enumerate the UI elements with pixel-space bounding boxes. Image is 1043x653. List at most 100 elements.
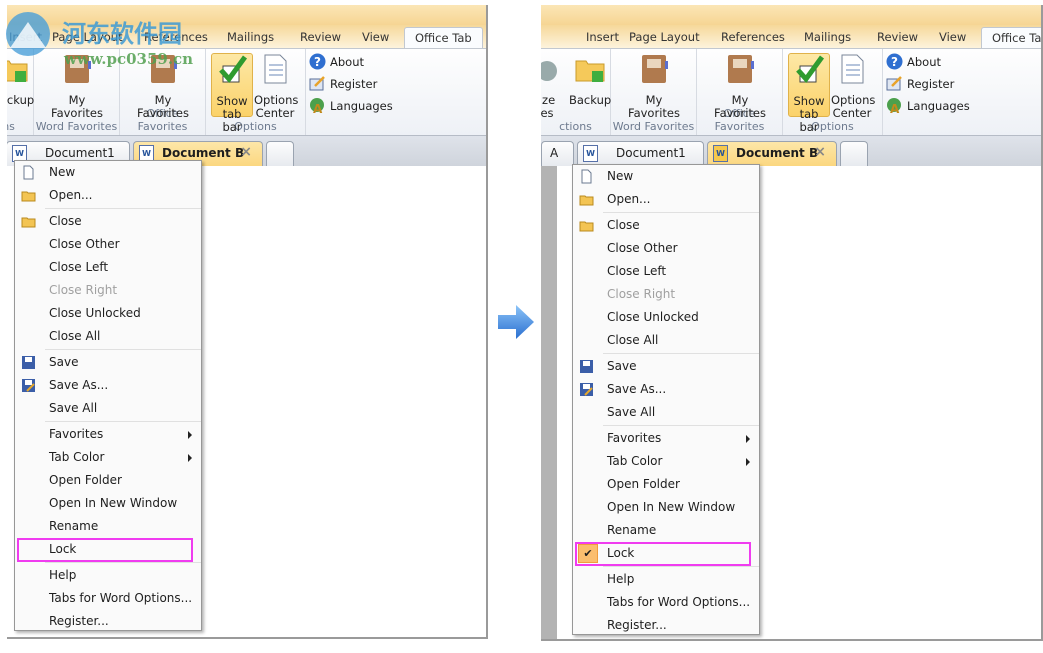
options-center-button[interactable]: Options Center (831, 53, 875, 120)
menu-item-open-in-new-window[interactable]: Open In New Window (15, 492, 201, 515)
word-favorites-button[interactable]: My Favorites (625, 53, 683, 120)
menu-item-open-in-new-window[interactable]: Open In New Window (573, 496, 759, 519)
button-label: Languages (907, 98, 970, 113)
ribbon-tab-insert[interactable]: Insert (9, 30, 42, 44)
backup-button[interactable]: Backup (569, 53, 611, 107)
menu-item-close-unlocked[interactable]: Close Unlocked (15, 302, 201, 325)
document-tab[interactable]: W Document B × (707, 141, 837, 166)
menu-item-new[interactable]: New (573, 165, 759, 188)
office-favorites-icon (151, 55, 177, 83)
button-label: My Favorites (714, 93, 766, 120)
about-button[interactable]: ? About (886, 53, 941, 70)
svg-text:?: ? (891, 55, 898, 69)
submenu-arrow-icon (746, 458, 750, 466)
ribbon-tab-office-tab[interactable]: Office Tab (981, 27, 1041, 50)
menu-item-open-folder[interactable]: Open Folder (573, 473, 759, 496)
word-favorites-icon (65, 55, 91, 83)
show-tab-bar-button[interactable]: Show tab bar (211, 53, 253, 134)
menu-item-open[interactable]: Open... (15, 184, 201, 207)
menu-item-save[interactable]: Save (573, 355, 759, 378)
register-button[interactable]: Register (886, 75, 954, 92)
word-favorites-button[interactable]: My Favorites (48, 53, 106, 120)
office-favorites-button[interactable]: My Favorites (711, 53, 769, 120)
menu-item-close[interactable]: Close (573, 214, 759, 237)
menu-item-close-left[interactable]: Close Left (15, 256, 201, 279)
menu-item-close-left[interactable]: Close Left (573, 260, 759, 283)
menu-item-close-other[interactable]: Close Other (573, 237, 759, 260)
ribbon-area: Insert Page Layout References Mailings Revie… (7, 5, 486, 175)
menu-item-open[interactable]: Open... (573, 188, 759, 211)
menu-item-save[interactable]: Save (15, 351, 201, 374)
menu-item-close-all[interactable]: Close All (573, 329, 759, 352)
document-tab[interactable]: W Document1 (577, 141, 704, 166)
menu-item-close-other[interactable]: Close Other (15, 233, 201, 256)
menu-item-tab-color[interactable]: Tab Color (15, 446, 201, 469)
menu-item-close[interactable]: Close (15, 210, 201, 233)
menu-separator (45, 421, 201, 422)
menu-item-register[interactable]: Register... (573, 614, 759, 637)
ribbon-area: Insert Page Layout References Mailings Revie… (541, 5, 1041, 175)
menu-item-label: Save As... (49, 378, 109, 392)
ribbon-tab-review[interactable]: Review (877, 30, 918, 44)
office-favorites-button[interactable]: My Favorites (134, 53, 192, 120)
menu-separator (45, 349, 201, 350)
menu-item-help[interactable]: Help (573, 568, 759, 591)
arrow-right-icon (498, 305, 534, 339)
ribbon-tab-review[interactable]: Review (300, 30, 341, 44)
languages-button[interactable]: A Languages (309, 97, 393, 114)
about-button[interactable]: ? About (309, 53, 364, 70)
ribbon-body: ctionsWord FavoritesOffice FavoritesOpti… (7, 48, 486, 136)
menu-item-rename[interactable]: Rename (573, 519, 759, 542)
document-tab-label: Document1 (45, 146, 115, 160)
menu-item-open-folder[interactable]: Open Folder (15, 469, 201, 492)
menu-item-tabs-for-word-options[interactable]: Tabs for Word Options... (573, 591, 759, 614)
show-tab-bar-button[interactable]: Show tab bar (788, 53, 830, 134)
menu-item-new[interactable]: New (15, 161, 201, 184)
new-tab-button[interactable] (840, 141, 868, 166)
ribbon-tab-insert[interactable]: Insert (586, 30, 619, 44)
menu-item-register[interactable]: Register... (15, 610, 201, 633)
after-panel: Insert Page Layout References Mailings Revie… (541, 5, 1043, 641)
menu-item-close-unlocked[interactable]: Close Unlocked (573, 306, 759, 329)
ribbon-tab-office-tab[interactable]: Office Tab (404, 27, 483, 50)
ribbon-tab-view[interactable]: View (939, 30, 966, 44)
new-tab-button[interactable] (266, 141, 294, 166)
ribbon-tab-mailings[interactable]: Mailings (804, 30, 851, 44)
register-button[interactable]: Register (309, 75, 377, 92)
backup-button[interactable]: Backup (7, 53, 34, 107)
ribbon-tab-page-layout[interactable]: Page Layout (52, 30, 123, 44)
menu-item-save-all[interactable]: Save All (573, 401, 759, 424)
menu-item-save-all[interactable]: Save All (15, 397, 201, 420)
menu-item-tabs-for-word-options[interactable]: Tabs for Word Options... (15, 587, 201, 610)
menu-item-rename[interactable]: Rename (15, 515, 201, 538)
ribbon-tab-view[interactable]: View (362, 30, 389, 44)
menu-item-favorites[interactable]: Favorites (15, 423, 201, 446)
ribbon-tab-references[interactable]: References (144, 30, 208, 44)
menu-item-tab-color[interactable]: Tab Color (573, 450, 759, 473)
ribbon-tab-mailings[interactable]: Mailings (227, 30, 274, 44)
menu-item-help[interactable]: Help (15, 564, 201, 587)
menu-item-lock[interactable]: Lock (15, 538, 201, 562)
menu-item-close-right: Close Right (15, 279, 201, 302)
menu-item-close-all[interactable]: Close All (15, 325, 201, 348)
document-tab[interactable]: A (541, 141, 574, 166)
document-tab-bar: A W Document1 W Document B × (541, 136, 1041, 166)
menu-separator (45, 208, 201, 209)
customize-button[interactable]: ize es (541, 53, 567, 120)
menu-item-label: Rename (607, 523, 657, 537)
menu-item-label: Close Other (607, 241, 678, 255)
new-document-icon (23, 165, 34, 180)
languages-button[interactable]: A Languages (886, 97, 970, 114)
open-folder-icon (21, 191, 36, 202)
menu-item-save-as[interactable]: Save As... (573, 378, 759, 401)
options-center-button[interactable]: Options Center (254, 53, 298, 120)
button-label: My Favorites (51, 93, 103, 120)
menu-item-save-as[interactable]: Save As... (15, 374, 201, 397)
close-tab-icon[interactable]: × (814, 144, 826, 160)
ribbon-tab-references[interactable]: References (721, 30, 785, 44)
menu-item-favorites[interactable]: Favorites (573, 427, 759, 450)
close-tab-icon[interactable]: × (240, 144, 252, 160)
ribbon-tab-page-layout[interactable]: Page Layout (629, 30, 700, 44)
menu-item-lock[interactable]: ✔ Lock (573, 542, 759, 566)
button-label: Register (907, 76, 955, 91)
